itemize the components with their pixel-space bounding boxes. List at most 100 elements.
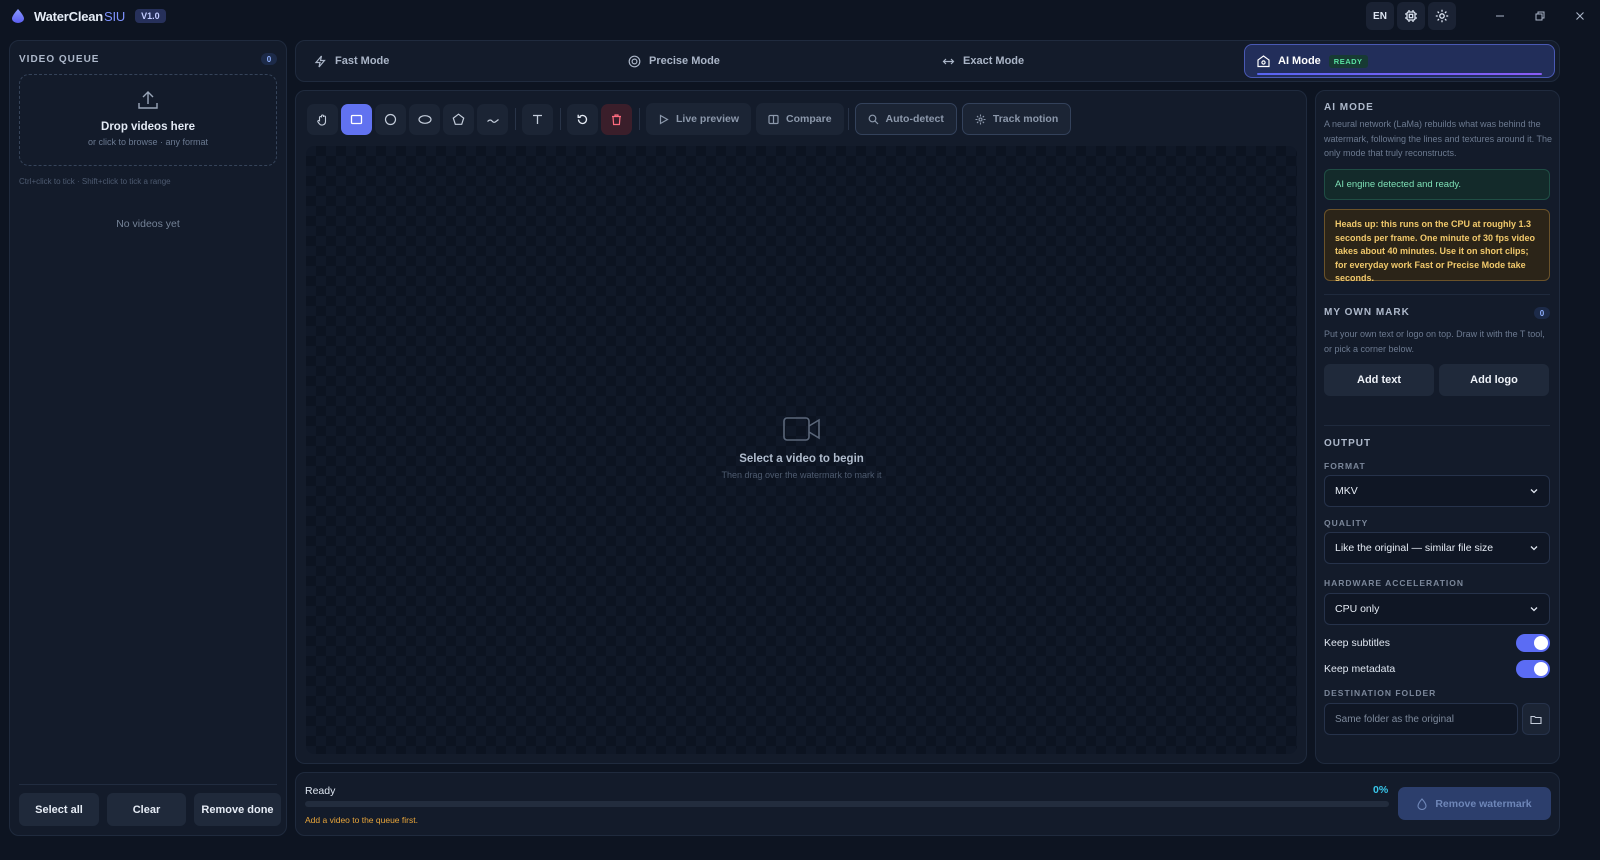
active-tab-underline [1257, 73, 1542, 75]
tab-exact-mode-label: Exact Mode [963, 55, 1025, 67]
ellipse-tool[interactable] [409, 103, 440, 135]
quality-value: Like the original — similar file size [1335, 542, 1494, 554]
tab-exact-mode[interactable]: Exact Mode [942, 41, 1024, 81]
play-icon [659, 113, 669, 125]
video-canvas[interactable]: Select a video to begin Then drag over t… [306, 146, 1297, 754]
upload-icon [138, 91, 158, 109]
folder-icon [1530, 715, 1542, 724]
clear-button[interactable]: Clear [107, 793, 186, 826]
toggle-knob [1534, 662, 1548, 676]
live-preview-button[interactable]: Live preview [646, 103, 752, 135]
dropzone-title: Drop videos here [101, 121, 195, 133]
water-drop-icon [12, 9, 24, 23]
restore-button[interactable] [1520, 0, 1560, 32]
tab-fast-mode[interactable]: Fast Mode [314, 41, 389, 81]
app-name-suffix: SIU [104, 8, 126, 24]
quality-select[interactable]: Like the original — similar file size [1324, 532, 1550, 564]
status-text: Ready [305, 785, 336, 797]
output-title: OUTPUT [1324, 438, 1372, 449]
close-icon [1576, 12, 1584, 20]
freehand-tool[interactable] [477, 103, 508, 135]
undo-icon [577, 114, 588, 124]
canvas-empty-title: Select a video to begin [739, 453, 864, 465]
compare-button[interactable]: Compare [756, 103, 844, 135]
ai-mode-title: AI MODE [1324, 102, 1374, 113]
format-select[interactable]: MKV [1324, 475, 1550, 507]
restore-icon [1535, 11, 1545, 21]
keep-metadata-toggle[interactable] [1516, 660, 1550, 678]
rectangle-tool[interactable] [341, 103, 372, 135]
text-t-icon [533, 114, 542, 124]
track-motion-label: Track motion [992, 113, 1059, 125]
tab-ai-mode-label: AI Mode [1278, 55, 1321, 67]
remove-done-button[interactable]: Remove done [194, 793, 281, 826]
chevron-down-icon [1530, 607, 1538, 612]
section-divider [1324, 294, 1550, 295]
browse-folder-button[interactable] [1522, 703, 1550, 735]
hardware-acceleration-select[interactable]: CPU only [1324, 593, 1550, 625]
app-title: WaterCleanSIU [34, 9, 125, 24]
selection-hint: Ctrl+click to tick · Shift+click to tick… [19, 177, 171, 186]
format-value: MKV [1335, 485, 1358, 497]
text-tool[interactable] [522, 103, 553, 135]
tab-precise-mode[interactable]: Precise Mode [628, 41, 720, 81]
toolbar-separator [847, 108, 849, 130]
toolbar-separator [639, 108, 640, 130]
remove-watermark-label: Remove watermark [1435, 797, 1532, 810]
track-motion-button[interactable]: Track motion [961, 103, 1072, 135]
minimize-icon [1496, 15, 1504, 17]
circle-tool[interactable] [375, 103, 406, 135]
keep-metadata-label: Keep metadata [1324, 663, 1396, 675]
select-all-button[interactable]: Select all [19, 793, 99, 826]
gear-icon [1435, 9, 1449, 23]
queue-divider [19, 784, 277, 785]
trash-icon [612, 113, 621, 125]
queue-title: VIDEO QUEUE [19, 53, 100, 65]
target-icon [628, 55, 641, 67]
mode-tabs: Fast Mode Precise Mode Exact Mode AI Mod… [295, 40, 1560, 82]
video-camera-icon [782, 417, 820, 441]
add-text-button[interactable]: Add text [1324, 364, 1434, 396]
remove-watermark-button[interactable]: Remove watermark [1398, 787, 1551, 820]
hand-tool[interactable] [307, 103, 338, 135]
magnifier-icon [868, 114, 878, 124]
live-preview-label: Live preview [676, 113, 740, 125]
language-button[interactable]: EN [1366, 2, 1394, 30]
chip-icon [1405, 10, 1417, 22]
split-view-icon [768, 114, 779, 124]
close-button[interactable] [1560, 0, 1600, 32]
quality-label: QUALITY [1324, 518, 1369, 528]
tab-fast-mode-label: Fast Mode [335, 55, 390, 67]
hand-icon [317, 113, 327, 126]
ellipse-icon [417, 114, 432, 124]
tab-ai-mode[interactable]: AI Mode READY [1244, 44, 1555, 78]
own-mark-description: Put your own text or logo on top. Draw i… [1324, 329, 1545, 354]
video-dropzone[interactable]: Drop videos here or click to browse · an… [19, 74, 277, 166]
keep-subtitles-row: Keep subtitles [1324, 634, 1550, 652]
progress-percent: 0% [1373, 784, 1389, 796]
undo-button[interactable] [567, 103, 598, 135]
gpu-chip-button[interactable] [1397, 2, 1425, 30]
video-queue-panel: VIDEO QUEUE 0 Drop videos here or click … [9, 40, 287, 836]
auto-detect-label: Auto-detect [885, 113, 944, 125]
destination-folder-label: DESTINATION FOLDER [1324, 688, 1437, 698]
motion-sparkle-icon [975, 114, 986, 124]
keep-subtitles-toggle[interactable] [1516, 634, 1550, 652]
settings-button[interactable] [1428, 2, 1456, 30]
water-drop-icon [1417, 797, 1427, 810]
freehand-stroke-icon [486, 118, 499, 123]
pentagon-icon [452, 112, 465, 125]
status-panel: Ready 0% Add a video to the queue first.… [295, 772, 1560, 836]
tab-precise-mode-label: Precise Mode [649, 55, 720, 67]
status-hint: Add a video to the queue first. [305, 815, 418, 825]
polygon-tool[interactable] [443, 103, 474, 135]
auto-detect-button[interactable]: Auto-detect [854, 103, 957, 135]
keep-metadata-row: Keep metadata [1324, 660, 1550, 678]
circle-icon [384, 113, 397, 125]
destination-folder-input[interactable]: Same folder as the original [1324, 703, 1518, 735]
toggle-knob [1534, 636, 1548, 650]
delete-selection-button[interactable] [601, 103, 632, 135]
add-logo-button[interactable]: Add logo [1439, 364, 1549, 396]
format-label: FORMAT [1324, 461, 1366, 471]
minimize-button[interactable] [1480, 0, 1520, 32]
